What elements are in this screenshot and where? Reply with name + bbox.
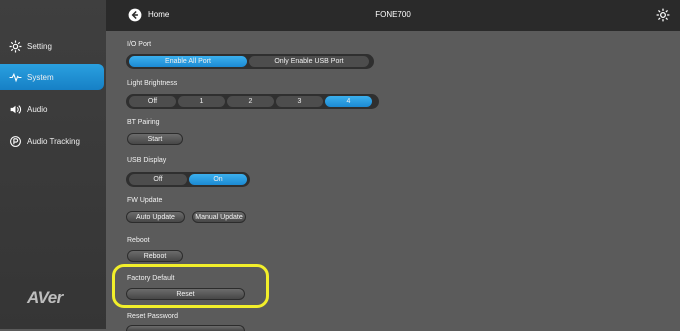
speaker-icon [8,102,22,116]
io-port-segmented-control: Enable All Port Only Enable USB Port [126,54,374,69]
usb-display-segmented-control: Off On [126,172,250,187]
top-bar: Home FONE700 [106,0,680,31]
usb-display-option-on[interactable]: On [189,174,247,185]
sidebar-item-label: Audio Tracking [27,136,80,146]
aver-logo: AVer [27,288,63,307]
io-port-option-enable-all[interactable]: Enable All Port [129,56,247,67]
sidebar: Setting System Audio Audio Tracking AVer [0,0,106,329]
sidebar-item-label: Audio [27,104,48,114]
sidebar-item-audio-tracking[interactable]: Audio Tracking [0,128,106,154]
factory-default-highlight [112,264,269,308]
brightness-option-off[interactable]: Off [129,96,176,107]
usb-display-option-off[interactable]: Off [129,174,187,185]
bt-pairing-start-button[interactable]: Start [127,133,183,145]
brightness-option-1[interactable]: 1 [178,96,225,107]
usb-display-label: USB Display [127,157,167,164]
brightness-option-4[interactable]: 4 [325,96,372,107]
gear-icon [8,39,22,53]
io-port-option-usb-only[interactable]: Only Enable USB Port [249,56,369,67]
sidebar-item-label: System [27,72,54,82]
bt-pairing-label: BT Pairing [127,119,160,126]
light-brightness-label: Light Brightness [127,80,178,87]
light-brightness-segmented-control: Off 1 2 3 4 [126,94,379,109]
brightness-option-2[interactable]: 2 [227,96,274,107]
audio-tracking-icon [8,134,22,148]
reboot-button[interactable]: Reboot [127,250,183,262]
reboot-label: Reboot [127,237,150,244]
auto-update-button[interactable]: Auto Update [126,211,185,223]
pulse-icon [8,70,22,84]
sidebar-item-audio[interactable]: Audio [0,96,106,122]
reset-password-label: Reset Password [127,313,178,320]
manual-update-button[interactable]: Manual Update [192,211,246,223]
settings-gear-icon[interactable] [656,8,670,22]
sidebar-item-label: Setting [27,41,52,51]
reset-password-button[interactable] [126,325,245,331]
sidebar-item-system[interactable]: System [0,64,104,90]
sidebar-item-setting[interactable]: Setting [0,33,106,59]
io-port-label: I/O Port [127,41,152,48]
fw-update-label: FW Update [127,197,163,204]
device-name: FONE700 [375,10,411,19]
brightness-option-3[interactable]: 3 [276,96,323,107]
